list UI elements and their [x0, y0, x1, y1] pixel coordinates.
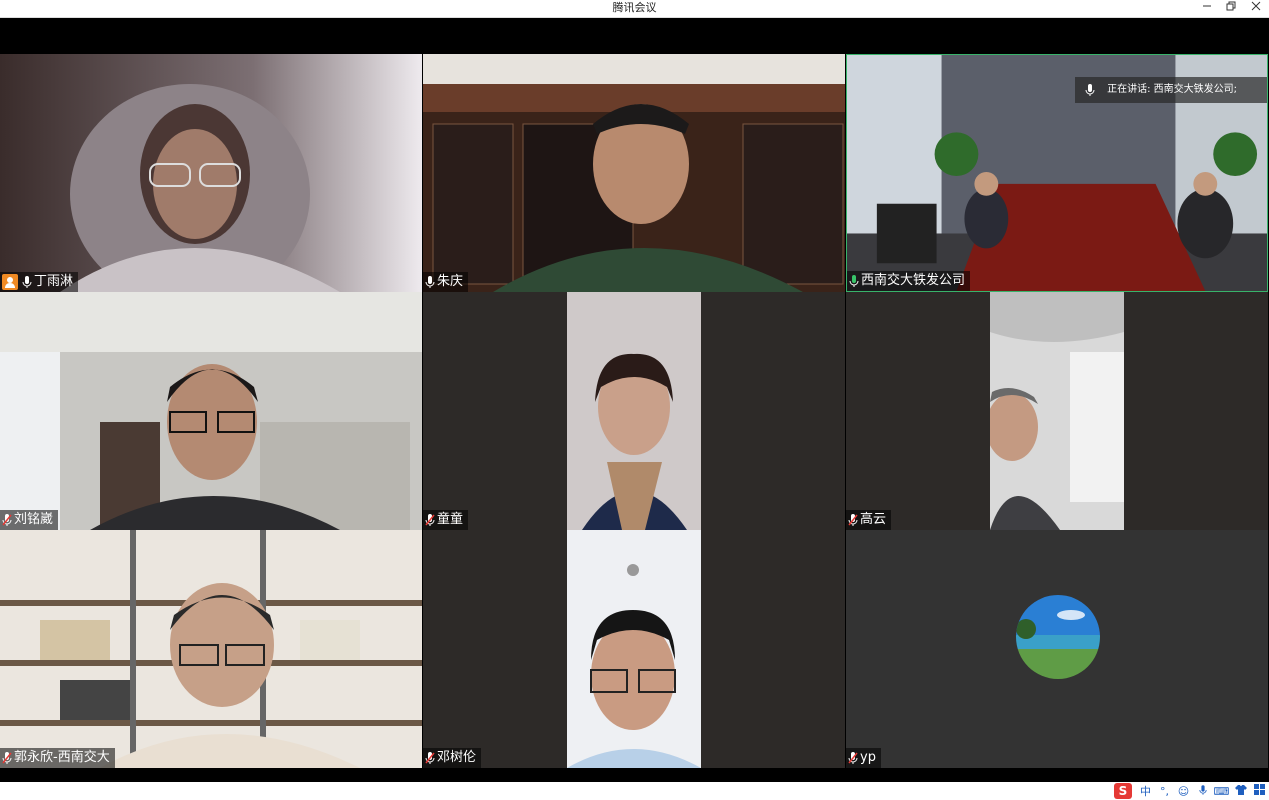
ime-punctuation[interactable]: °,	[1155, 785, 1174, 798]
smile-icon[interactable]: ☺	[1174, 785, 1193, 798]
participant-nameplate: 郭永欣-西南交大	[0, 748, 115, 768]
shirt-icon[interactable]	[1231, 784, 1250, 799]
video-tile[interactable]: 邓树伦	[423, 530, 845, 768]
video-grid: 丁雨淋 朱庆 正在讲话: 西南交大铁发公司; 西南交大铁发公司 刘铭崴 童童 高…	[0, 54, 1269, 768]
grid-icon[interactable]	[1250, 784, 1269, 798]
mic-icon	[425, 276, 435, 288]
participant-nameplate: 丁雨淋	[0, 272, 79, 292]
video-tile[interactable]: 刘铭崴	[0, 292, 422, 530]
video-tile[interactable]: 丁雨淋	[0, 54, 422, 292]
video-tile[interactable]: yp	[846, 530, 1268, 768]
title-bar: 腾讯会议	[0, 0, 1269, 18]
video-tile[interactable]: 高云	[846, 292, 1268, 530]
participant-video	[0, 530, 422, 768]
participant-video	[0, 54, 422, 292]
speaking-indicator: 正在讲话: 西南交大铁发公司;	[1075, 77, 1267, 103]
speaking-label: 正在讲话: 西南交大铁发公司;	[1107, 84, 1237, 95]
mic-icon[interactable]	[1193, 784, 1212, 799]
mic-muted-icon	[848, 514, 858, 526]
video-tile[interactable]: 郭永欣-西南交大	[0, 530, 422, 768]
mic-muted-icon	[425, 752, 435, 764]
participant-name: 郭永欣-西南交大	[14, 750, 110, 765]
participant-nameplate: 刘铭崴	[0, 510, 59, 530]
keyboard-icon[interactable]: ⌨	[1212, 785, 1231, 798]
host-icon	[2, 274, 18, 290]
mic-icon	[22, 276, 32, 288]
mic-muted-icon	[848, 752, 858, 764]
mic-muted-icon	[425, 514, 435, 526]
participant-nameplate: 童童	[423, 510, 469, 530]
ime-toolbar: S 中 °, ☺ ⌨	[1114, 782, 1269, 800]
close-icon	[1251, 1, 1261, 11]
participant-name: 朱庆	[437, 274, 464, 289]
participant-video	[0, 292, 422, 530]
participant-name: 刘铭崴	[14, 512, 54, 527]
mic-muted-icon	[2, 514, 12, 526]
restore-icon	[1226, 1, 1236, 11]
participant-video	[423, 54, 845, 292]
participant-nameplate: 高云	[846, 510, 892, 530]
minimize-button[interactable]	[1195, 0, 1219, 15]
close-button[interactable]	[1244, 0, 1268, 15]
participant-nameplate: 邓树伦	[423, 748, 482, 768]
participant-video	[567, 530, 701, 768]
video-tile[interactable]: 朱庆	[423, 54, 845, 292]
participant-nameplate: 西南交大铁发公司	[847, 271, 971, 291]
participant-name: 邓树伦	[437, 750, 477, 765]
avatar	[1016, 595, 1100, 679]
video-tile[interactable]: 童童	[423, 292, 845, 530]
participant-video	[567, 292, 701, 530]
participant-name: 童童	[437, 512, 464, 527]
participant-name: 西南交大铁发公司	[861, 273, 966, 288]
participant-nameplate: yp	[846, 748, 881, 768]
mic-icon	[1085, 84, 1095, 96]
mic-speaking-icon	[849, 275, 859, 287]
restore-button[interactable]	[1219, 0, 1243, 15]
ime-mode[interactable]: 中	[1136, 783, 1155, 799]
participant-name: yp	[860, 750, 876, 765]
video-tile-active-speaker[interactable]: 正在讲话: 西南交大铁发公司; 西南交大铁发公司	[846, 54, 1268, 292]
participant-video	[990, 292, 1124, 530]
taskbar: S 中 °, ☺ ⌨	[0, 782, 1269, 800]
participant-nameplate: 朱庆	[423, 272, 469, 292]
window-title: 腾讯会议	[612, 1, 657, 14]
participant-name: 高云	[860, 512, 887, 527]
ime-logo[interactable]: S	[1114, 783, 1132, 799]
participant-name: 丁雨淋	[34, 274, 74, 289]
minimize-icon	[1203, 5, 1211, 7]
mic-muted-icon	[2, 752, 12, 764]
